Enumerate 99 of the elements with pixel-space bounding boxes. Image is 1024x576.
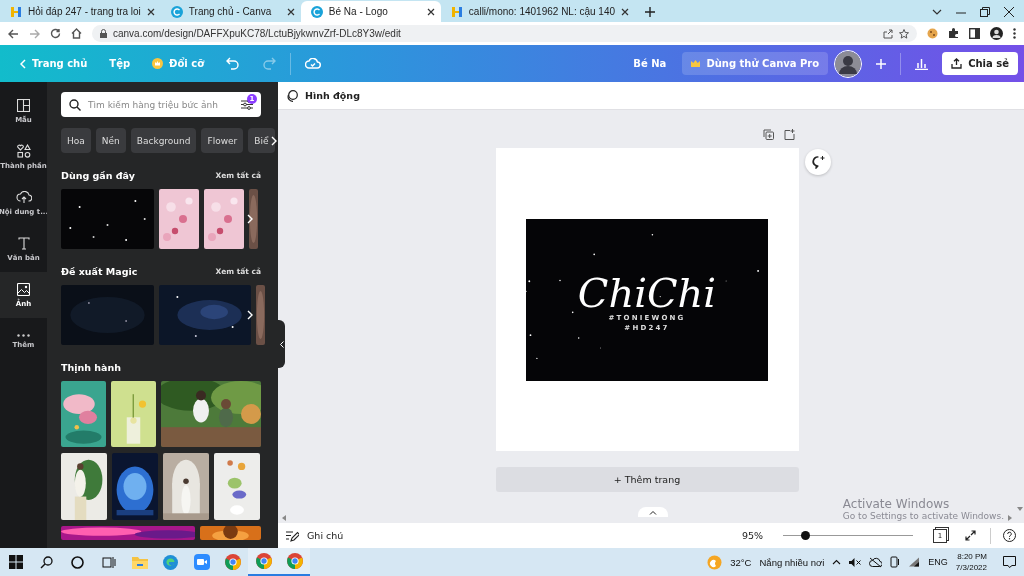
notice-text: Go to Settings to activate Windows.: [842, 511, 1004, 521]
share-button[interactable]: Chia sẻ: [942, 52, 1018, 75]
circle-icon: [71, 555, 84, 569]
crown-icon: [691, 60, 701, 67]
edge-logo-icon: [163, 554, 178, 570]
close-icon[interactable]: [426, 7, 435, 16]
layout-icon: [17, 98, 30, 112]
star-icon[interactable]: [899, 28, 909, 39]
comment-button[interactable]: [805, 149, 831, 175]
clock-time[interactable]: 8:20 PM: [957, 551, 987, 562]
address-field[interactable]: canva.com/design/DAFFXpuKC78/LctuBjykwnvZrf-DLc8Y3w/edit: [92, 25, 917, 42]
close-icon[interactable]: [146, 7, 155, 16]
section-title: Dùng gần đây: [61, 170, 135, 181]
help-icon[interactable]: [1003, 529, 1016, 542]
temperature[interactable]: 32°C: [730, 556, 752, 568]
puzzle-icon[interactable]: [948, 28, 959, 39]
notice-title: Activate Windows: [842, 497, 951, 511]
share-icon[interactable]: [883, 28, 893, 39]
design-title[interactable]: Bé Na: [633, 58, 667, 69]
browser-tab[interactable]: Trang chủ - Canva: [160, 1, 301, 22]
chevron-right-icon[interactable]: [270, 135, 277, 146]
more-icon: [17, 333, 30, 337]
chevron-up-icon[interactable]: [832, 559, 842, 565]
chevron-left-icon[interactable]: [279, 340, 284, 348]
clock-date[interactable]: 7/3/2022: [955, 562, 987, 573]
home-icon[interactable]: [71, 28, 82, 39]
slider-thumb[interactable]: [801, 531, 811, 540]
scroll-right-icon[interactable]: [1008, 515, 1012, 521]
shapes-icon: [16, 144, 31, 158]
canva-logo-icon: [170, 5, 183, 18]
cloud-upload-icon: [15, 190, 32, 204]
filter-icon[interactable]: [241, 99, 253, 110]
cloud-check-icon[interactable]: [305, 58, 322, 69]
add-page-button[interactable]: + Thêm trang: [495, 467, 799, 492]
letter-h-icon: [450, 5, 463, 18]
chrome-logo-icon: [255, 553, 272, 569]
filter-chip[interactable]: Flower: [201, 128, 244, 153]
close-icon[interactable]: [1004, 7, 1014, 17]
cloud-off-icon[interactable]: [869, 556, 883, 568]
chevron-right-icon[interactable]: [247, 310, 253, 320]
filter-chip[interactable]: Hoa: [61, 128, 91, 153]
image-icon: [17, 282, 30, 296]
language-indicator[interactable]: ENG: [928, 557, 948, 567]
canva-logo-icon: [310, 5, 323, 18]
avatar-icon[interactable]: [990, 27, 1003, 40]
crown-coin-icon: [152, 58, 164, 69]
restore-icon[interactable]: [980, 7, 990, 17]
chrome-logo-icon: [286, 553, 303, 569]
browser-tab[interactable]: calli/mono: 1401962 NL: cậu 140: [440, 1, 636, 22]
wifi-icon[interactable]: [908, 557, 921, 567]
letter-h-icon: [10, 5, 22, 18]
chevron-right-icon[interactable]: [247, 214, 253, 224]
folder-icon: [131, 555, 148, 569]
chevron-left-icon: [20, 58, 26, 69]
comment-icon: [811, 155, 825, 169]
avatar[interactable]: [834, 49, 863, 78]
bar-chart-icon[interactable]: [915, 57, 929, 70]
reload-icon[interactable]: [50, 28, 61, 39]
video-camera-icon: [193, 554, 210, 570]
back-arrow-icon[interactable]: [8, 28, 19, 39]
close-icon[interactable]: [286, 7, 295, 16]
fullscreen-icon[interactable]: [965, 530, 976, 541]
notification-icon[interactable]: [1003, 556, 1016, 568]
filter-chip[interactable]: Nền: [95, 128, 126, 153]
upload-icon: [951, 58, 963, 69]
scroll-left-icon[interactable]: [282, 515, 286, 521]
lock-icon: [100, 29, 107, 38]
filter-chip[interactable]: Background: [130, 128, 197, 153]
filter-chip[interactable]: Biể: [248, 128, 275, 153]
browser-tab[interactable]: Hỏi đáp 247 - trang tra loi: [0, 1, 161, 22]
browser-tab[interactable]: Bé Na - Logo: [300, 1, 441, 22]
notes-button[interactable]: Ghi chú: [307, 530, 344, 541]
add-page-icon[interactable]: [783, 129, 795, 140]
task-view-icon: [101, 555, 116, 569]
section-title: Thịnh hành: [61, 362, 122, 373]
duplicate-page-icon[interactable]: [762, 129, 774, 140]
scroll-down-icon[interactable]: [1017, 507, 1023, 511]
chevron-down-icon[interactable]: [932, 9, 942, 15]
text-icon: [17, 236, 30, 250]
search-icon: [69, 98, 81, 111]
search-icon: [40, 555, 53, 569]
pro-trial-button[interactable]: Dùng thử Canva Pro: [682, 52, 829, 75]
notes-icon[interactable]: [286, 529, 299, 542]
animate-button[interactable]: Hình động: [305, 90, 360, 101]
plus-icon[interactable]: [645, 7, 656, 17]
cookie-icon[interactable]: [927, 28, 938, 39]
pen-device-icon[interactable]: [890, 556, 901, 568]
sidebar-icon[interactable]: [969, 28, 980, 39]
speaker-muted-icon[interactable]: [849, 556, 862, 568]
more-vertical-icon[interactable]: [1013, 28, 1016, 39]
section-title: Đề xuất Magic: [61, 266, 138, 277]
close-icon[interactable]: [621, 7, 630, 16]
undo-icon[interactable]: [226, 57, 241, 70]
chrome-logo-icon: [224, 554, 241, 570]
animation-icon[interactable]: [286, 89, 298, 102]
weather-text[interactable]: Nắng nhiều nơi: [759, 556, 825, 568]
logo-title: ChiChi: [577, 272, 717, 313]
zoom-reading: 95%: [741, 530, 763, 541]
windows-logo-icon: [8, 555, 23, 569]
